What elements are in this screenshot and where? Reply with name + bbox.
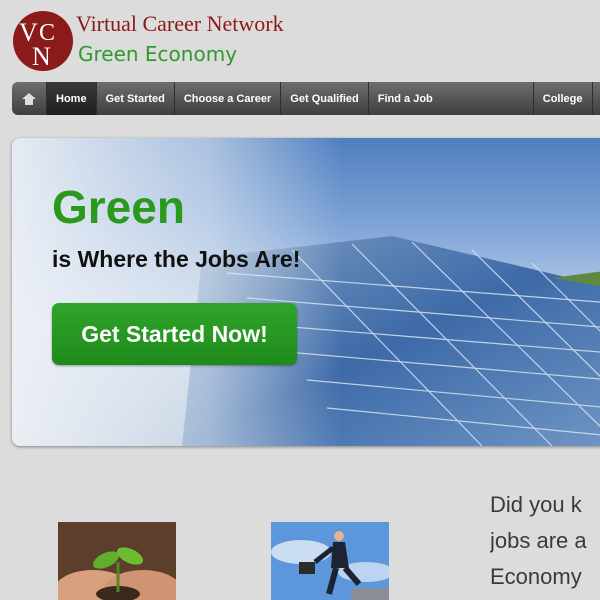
intro-line: jobs are a bbox=[490, 528, 587, 553]
main-nav: Home Get Started Choose a Career Get Qua… bbox=[12, 82, 600, 115]
svg-text:N: N bbox=[32, 42, 51, 71]
nav-college[interactable]: College bbox=[534, 82, 593, 115]
intro-line: Economy bbox=[490, 564, 582, 589]
nav-choose-career[interactable]: Choose a Career bbox=[175, 82, 282, 115]
hero-subline: is Where the Jobs Are! bbox=[52, 246, 301, 272]
site-subtitle: Green Economy bbox=[78, 42, 238, 66]
businessman-running-image[interactable] bbox=[271, 522, 389, 600]
nav-home[interactable]: Home bbox=[47, 82, 97, 115]
vcn-logo[interactable]: V C N bbox=[12, 10, 74, 72]
nav-find-job[interactable]: Find a Job bbox=[369, 82, 534, 115]
site-title[interactable]: Virtual Career Network bbox=[76, 11, 284, 37]
intro-text: Did you k jobs are a Economy bbox=[490, 487, 600, 595]
home-icon[interactable] bbox=[12, 82, 47, 115]
hero-banner: Green is Where the Jobs Are! Get Started… bbox=[12, 138, 600, 446]
hero-headline: Green bbox=[52, 181, 185, 233]
nav-get-started[interactable]: Get Started bbox=[97, 82, 175, 115]
get-started-now-button[interactable]: Get Started Now! bbox=[52, 303, 297, 365]
plant-in-hands-image[interactable] bbox=[58, 522, 176, 600]
nav-get-qualified[interactable]: Get Qualified bbox=[281, 82, 369, 115]
intro-line: Did you k bbox=[490, 492, 582, 517]
